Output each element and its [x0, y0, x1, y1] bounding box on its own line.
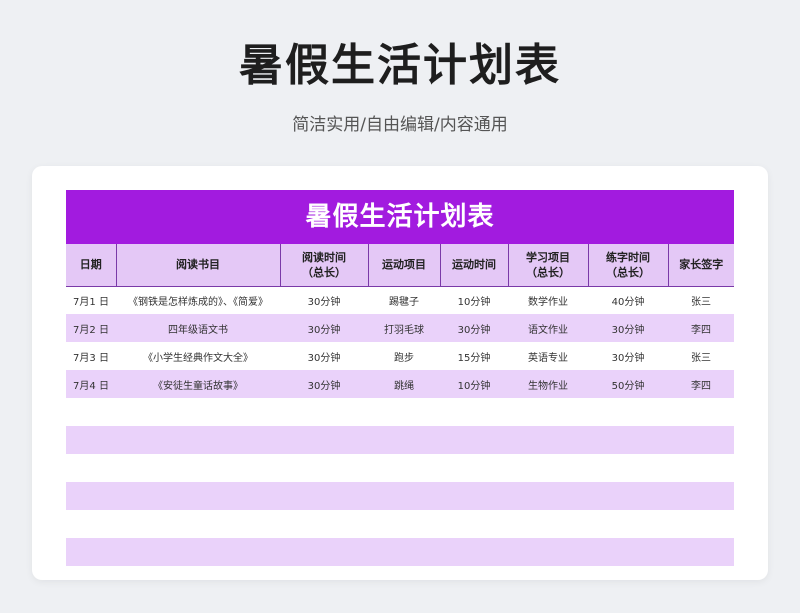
plan-sheet: 暑假生活计划表 日期 阅读书目 阅读时间 （总长） 运动项目 运动时间 学习项目…	[66, 190, 734, 566]
cell-reading-time[interactable]: 30分钟	[280, 342, 368, 370]
col-header-reading-list: 阅读书目	[115, 244, 280, 287]
empty-row	[66, 538, 734, 566]
table-row: 7月3 日 《小学生经典作文大全》 30分钟 跑步 15分钟 英语专业 30分钟…	[66, 342, 734, 370]
cell-reading-list[interactable]: 《小学生经典作文大全》	[116, 342, 280, 370]
cell-parent-signature[interactable]: 李四	[668, 370, 734, 398]
cell-parent-signature[interactable]: 张三	[668, 342, 734, 370]
sheet-title: 暑假生活计划表	[66, 190, 734, 244]
cell-calligraphy-time[interactable]: 30分钟	[588, 314, 668, 342]
cell-exercise[interactable]: 打羽毛球	[368, 314, 440, 342]
cell-study[interactable]: 语文作业	[508, 314, 588, 342]
cell-study[interactable]: 生物作业	[508, 370, 588, 398]
cell-study[interactable]: 数学作业	[508, 286, 588, 314]
table-row: 7月1 日 《钢铁是怎样炼成的》、《简爱》 30分钟 踢毽子 10分钟 数学作业…	[66, 286, 734, 314]
empty-cell[interactable]	[66, 454, 734, 482]
empty-cell[interactable]	[66, 398, 734, 426]
cell-calligraphy-time[interactable]: 40分钟	[588, 286, 668, 314]
cell-exercise-time[interactable]: 10分钟	[440, 286, 508, 314]
cell-parent-signature[interactable]: 李四	[668, 314, 734, 342]
cell-date[interactable]: 7月1 日	[66, 286, 116, 314]
col-header-calligraphy-time: 练字时间 （总长）	[587, 244, 668, 287]
col-header-parent-signature: 家长签字	[667, 244, 734, 287]
page-subtitle: 简洁实用/自由编辑/内容通用	[292, 115, 508, 135]
empty-row	[66, 454, 734, 482]
empty-row	[66, 482, 734, 510]
table-header-row: 日期 阅读书目 阅读时间 （总长） 运动项目 运动时间 学习项目 （总长） 练字…	[66, 244, 734, 287]
cell-date[interactable]: 7月4 日	[66, 370, 116, 398]
cell-reading-list[interactable]: 四年级语文书	[116, 314, 280, 342]
empty-cell[interactable]	[66, 482, 734, 510]
empty-row	[66, 398, 734, 426]
plan-table: 日期 阅读书目 阅读时间 （总长） 运动项目 运动时间 学习项目 （总长） 练字…	[66, 244, 734, 566]
cell-study[interactable]: 英语专业	[508, 342, 588, 370]
cell-calligraphy-time[interactable]: 30分钟	[588, 342, 668, 370]
empty-cell[interactable]	[66, 510, 734, 538]
cell-exercise-time[interactable]: 10分钟	[440, 370, 508, 398]
cell-reading-list[interactable]: 《钢铁是怎样炼成的》、《简爱》	[116, 286, 280, 314]
cell-calligraphy-time[interactable]: 50分钟	[588, 370, 668, 398]
empty-cell[interactable]	[66, 538, 734, 566]
table-row: 7月2 日 四年级语文书 30分钟 打羽毛球 30分钟 语文作业 30分钟 李四	[66, 314, 734, 342]
empty-cell[interactable]	[66, 426, 734, 454]
col-header-date: 日期	[66, 244, 116, 287]
cell-exercise[interactable]: 跑步	[368, 342, 440, 370]
page-title: 暑假生活计划表	[239, 40, 561, 91]
cell-parent-signature[interactable]: 张三	[668, 286, 734, 314]
cell-exercise[interactable]: 跳绳	[368, 370, 440, 398]
col-header-exercise: 运动项目	[367, 244, 440, 287]
cell-reading-time[interactable]: 30分钟	[280, 314, 368, 342]
cell-exercise-time[interactable]: 15分钟	[440, 342, 508, 370]
cell-date[interactable]: 7月3 日	[66, 342, 116, 370]
table-row: 7月4 日 《安徒生童话故事》 30分钟 跳绳 10分钟 生物作业 50分钟 李…	[66, 370, 734, 398]
empty-row	[66, 426, 734, 454]
cell-reading-list[interactable]: 《安徒生童话故事》	[116, 370, 280, 398]
cell-reading-time[interactable]: 30分钟	[280, 286, 368, 314]
cell-reading-time[interactable]: 30分钟	[280, 370, 368, 398]
col-header-study: 学习项目 （总长）	[507, 244, 588, 287]
cell-exercise[interactable]: 踢毽子	[368, 286, 440, 314]
col-header-reading-time: 阅读时间 （总长）	[279, 244, 368, 287]
cell-date[interactable]: 7月2 日	[66, 314, 116, 342]
col-header-exercise-time: 运动时间	[439, 244, 508, 287]
empty-row	[66, 510, 734, 538]
cell-exercise-time[interactable]: 30分钟	[440, 314, 508, 342]
